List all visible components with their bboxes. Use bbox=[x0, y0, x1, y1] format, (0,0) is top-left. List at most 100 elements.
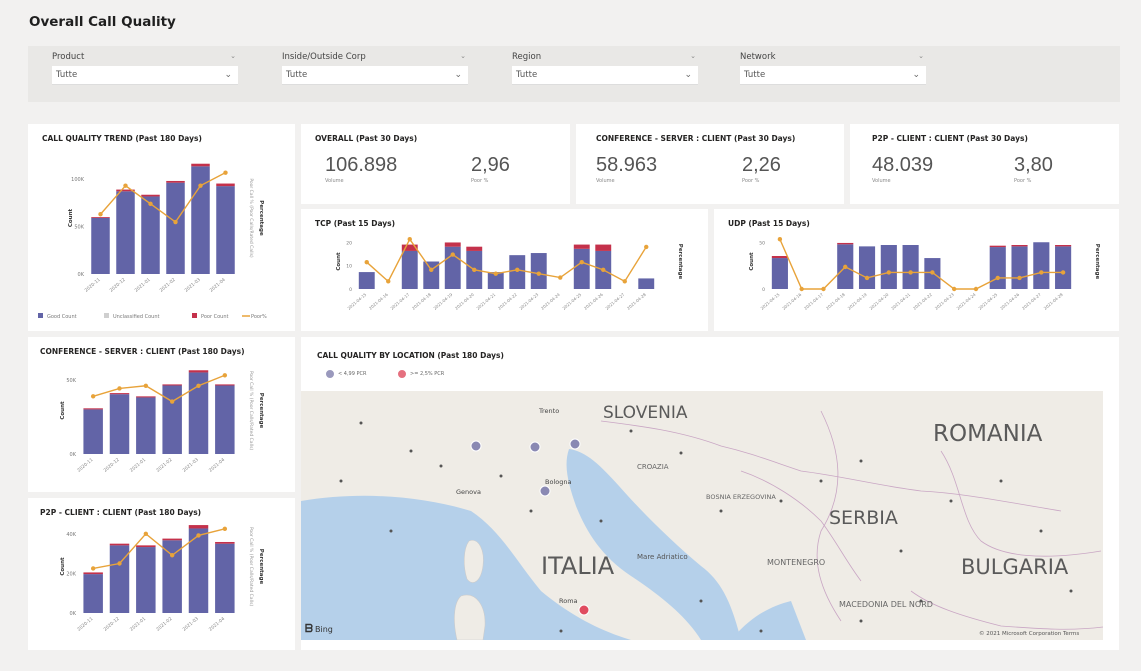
tcp-chart[interactable]: 0 10 20 Count Percentage 2021-04-15 2021-04-16… bbox=[301, 209, 708, 331]
bar-good[interactable] bbox=[401, 250, 418, 289]
bar-good[interactable] bbox=[1011, 246, 1028, 289]
legend-item[interactable]: < 4,99 PCR bbox=[325, 369, 366, 379]
location-map[interactable]: SLOVENIA ROMANIA SERBIA ITALIA BULGARIA … bbox=[301, 391, 1103, 640]
bar-good[interactable] bbox=[902, 245, 919, 289]
bar-poor[interactable] bbox=[466, 246, 483, 251]
bar-poor[interactable] bbox=[215, 384, 235, 386]
bar-good[interactable] bbox=[136, 547, 156, 613]
chevron-down-icon[interactable]: ⌄ bbox=[460, 52, 466, 62]
bar-poor[interactable] bbox=[83, 572, 103, 575]
bar-good[interactable] bbox=[1055, 246, 1072, 289]
bar-good[interactable] bbox=[83, 574, 103, 613]
bar-poor[interactable] bbox=[91, 217, 110, 218]
bar-poor[interactable] bbox=[191, 163, 210, 167]
chevron-down-icon[interactable]: ⌄ bbox=[918, 52, 924, 62]
bar-poor[interactable] bbox=[1055, 245, 1072, 247]
legend-swatch bbox=[38, 313, 43, 318]
bar-poor[interactable] bbox=[109, 543, 130, 546]
map-label: ITALIA bbox=[541, 552, 615, 580]
x-tick-label: 2021-04-23 bbox=[518, 292, 539, 311]
bar-good[interactable] bbox=[166, 182, 185, 274]
p2p-panel[interactable]: P2P - CLIENT : CLIENT (Past 180 Days) 0K… bbox=[28, 498, 295, 650]
percentage-point bbox=[169, 553, 175, 558]
percentage-point bbox=[821, 286, 826, 292]
percentage-point bbox=[579, 260, 584, 265]
x-tick-label: 2021-01 bbox=[134, 277, 152, 294]
bar-good[interactable] bbox=[358, 272, 375, 289]
location-bubble[interactable] bbox=[529, 441, 541, 453]
bar-good[interactable] bbox=[215, 385, 235, 454]
bar-good[interactable] bbox=[1033, 242, 1050, 289]
bar-poor[interactable] bbox=[188, 525, 209, 529]
bar-poor[interactable] bbox=[771, 256, 788, 259]
bar-poor[interactable] bbox=[573, 244, 590, 249]
percentage-point bbox=[196, 533, 201, 538]
bar-good[interactable] bbox=[858, 246, 876, 289]
bar-poor[interactable] bbox=[166, 180, 185, 183]
bar-good[interactable] bbox=[116, 191, 135, 274]
x-tick-label: 2021-04-22 bbox=[912, 292, 933, 311]
bar-good[interactable] bbox=[162, 385, 182, 454]
dropdown-value: Tutte bbox=[56, 70, 78, 80]
bar-good[interactable] bbox=[880, 245, 897, 289]
legend-item[interactable]: >= 2,5% PCR bbox=[397, 369, 444, 379]
y-tick-label: 50K bbox=[74, 224, 84, 230]
bar-poor[interactable] bbox=[216, 183, 235, 187]
map-label: SERBIA bbox=[829, 507, 898, 529]
p2p-chart[interactable]: 0K 20K 40K Count Percentage Poor Call % (Poor… bbox=[28, 498, 295, 650]
bar-good[interactable] bbox=[509, 255, 526, 289]
inside-outside-dropdown[interactable]: Tutte ⌄ bbox=[282, 66, 468, 85]
bar-poor[interactable] bbox=[989, 245, 1006, 248]
bar-good[interactable] bbox=[573, 248, 590, 289]
product-dropdown[interactable]: Tutte ⌄ bbox=[52, 66, 238, 85]
bar-good[interactable] bbox=[109, 394, 130, 454]
tcp-panel[interactable]: TCP (Past 15 Days) 0 10 20 Count Percentage 2… bbox=[301, 209, 708, 331]
bar-poor[interactable] bbox=[215, 541, 235, 544]
bar-good[interactable] bbox=[638, 278, 655, 289]
percentage-point bbox=[90, 394, 96, 399]
bar-poor[interactable] bbox=[141, 194, 160, 197]
call-quality-trend-panel[interactable]: CALL QUALITY TREND (Past 180 Days) 0K 50K… bbox=[28, 124, 295, 331]
bar-poor[interactable] bbox=[136, 545, 156, 548]
location-bubble[interactable] bbox=[470, 440, 482, 452]
bar-good[interactable] bbox=[771, 258, 788, 289]
bar-poor[interactable] bbox=[595, 244, 612, 251]
location-bubble[interactable] bbox=[578, 604, 590, 616]
location-bubble[interactable] bbox=[539, 485, 551, 497]
percentage-point bbox=[143, 383, 149, 388]
call-quality-trend-chart[interactable]: 0K 50K 100K Count Percentage Poor Call % (Poo… bbox=[28, 124, 295, 331]
conference-panel[interactable]: CONFERENCE - SERVER : CLIENT (Past 180 D… bbox=[28, 337, 295, 492]
overall-kpi-card: OVERALL (Past 30 Days) 106.898 Volume 2,9… bbox=[301, 124, 570, 204]
y2-axis-label: Percentage bbox=[258, 393, 264, 429]
y-tick-label: 0 bbox=[349, 287, 352, 293]
bar-good[interactable] bbox=[83, 409, 103, 454]
chevron-down-icon[interactable]: ⌄ bbox=[230, 52, 236, 62]
bar-good[interactable] bbox=[989, 247, 1006, 289]
bar-poor[interactable] bbox=[188, 370, 209, 373]
bar-poor[interactable] bbox=[162, 384, 182, 386]
location-bubble[interactable] bbox=[569, 438, 581, 450]
bar-good[interactable] bbox=[530, 253, 547, 289]
bar-good[interactable] bbox=[91, 218, 110, 274]
bar-poor[interactable] bbox=[136, 396, 156, 398]
udp-chart[interactable]: 050Count Percentage2021-04-15 2021-04-16 20… bbox=[714, 209, 1119, 331]
map-label: MONTENEGRO bbox=[767, 558, 825, 567]
bar-poor[interactable] bbox=[162, 538, 182, 541]
chevron-down-icon[interactable]: ⌄ bbox=[690, 52, 696, 62]
bar-good[interactable] bbox=[136, 397, 156, 454]
conference-kpi-card: CONFERENCE - SERVER : CLIENT (Past 30 Da… bbox=[576, 124, 844, 204]
bar-poor[interactable] bbox=[837, 242, 854, 245]
percentage-point bbox=[777, 237, 783, 242]
y-axis-label: Count bbox=[60, 401, 66, 420]
bar-poor[interactable] bbox=[109, 393, 130, 395]
bar-good[interactable] bbox=[162, 540, 182, 613]
udp-panel[interactable]: UDP (Past 15 Days) 0 50 Count Percentage 202… bbox=[714, 209, 1119, 331]
network-dropdown[interactable]: Tutte ⌄ bbox=[740, 66, 926, 85]
region-dropdown[interactable]: Tutte ⌄ bbox=[512, 66, 698, 85]
bar-poor[interactable] bbox=[83, 408, 103, 410]
conference-chart[interactable]: 0K 50K Count Percentage Poor Call % (Poor Ca… bbox=[28, 337, 295, 492]
bar-good[interactable] bbox=[215, 543, 235, 613]
bar-poor[interactable] bbox=[444, 242, 461, 247]
bar-poor[interactable] bbox=[1011, 245, 1028, 247]
bar-good[interactable] bbox=[216, 186, 235, 274]
